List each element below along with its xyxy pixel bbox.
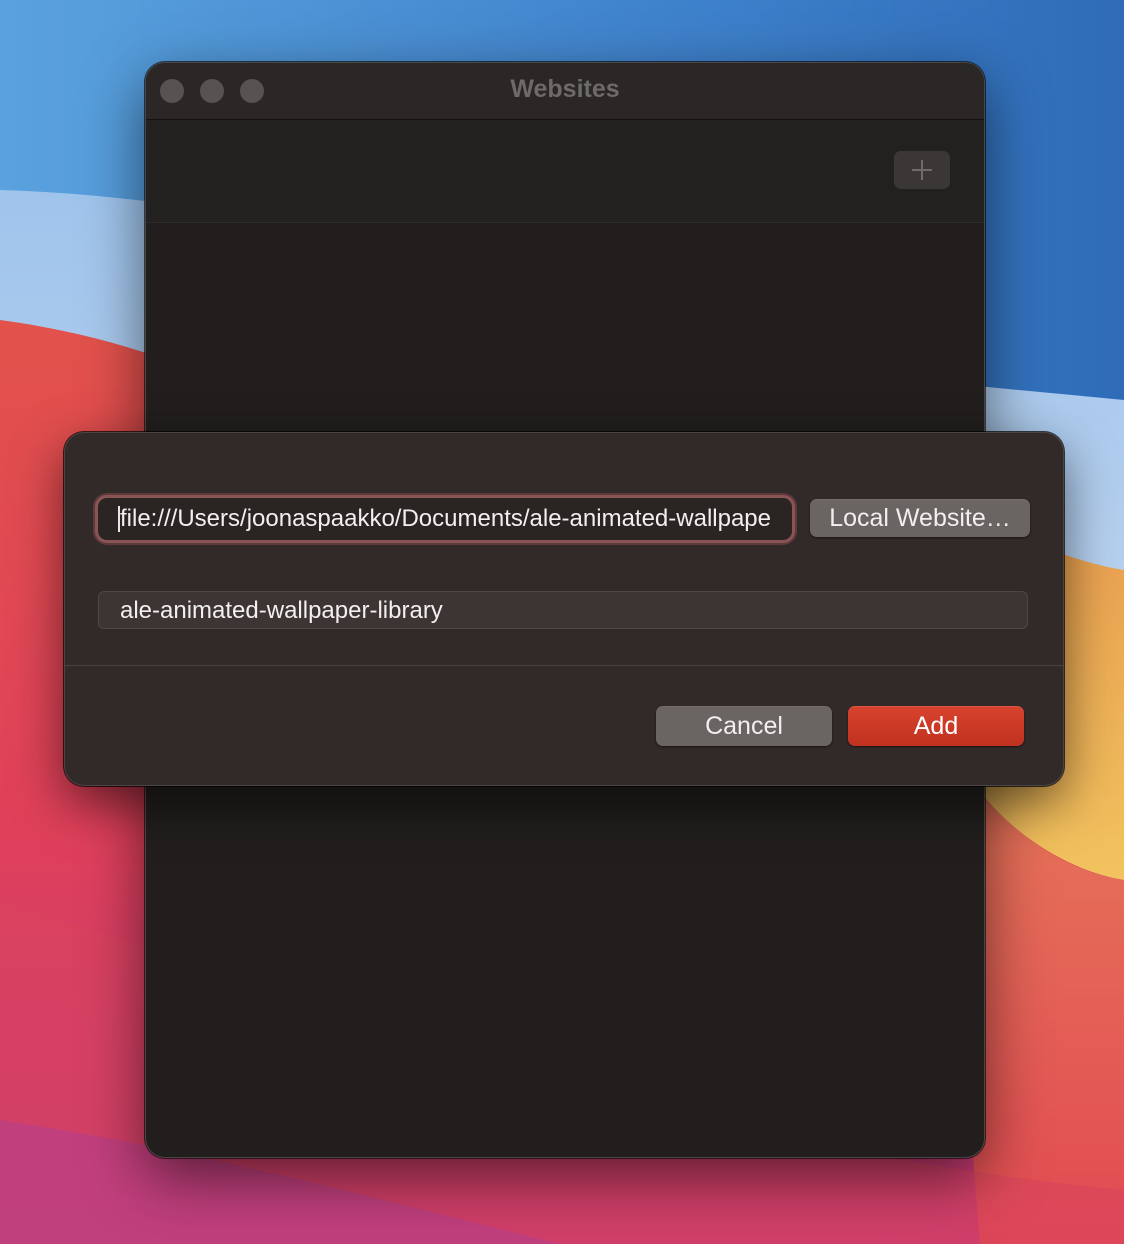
add-website-button[interactable] — [894, 151, 950, 189]
plus-icon — [912, 160, 932, 180]
website-name-value: ale-animated-wallpaper-library — [120, 597, 443, 624]
url-input-value: file:///Users/joonaspaakko/Documents/ale… — [120, 505, 770, 532]
cancel-button[interactable]: Cancel — [656, 706, 832, 746]
sheet-divider — [65, 665, 1063, 666]
website-name-input[interactable]: ale-animated-wallpaper-library — [98, 591, 1028, 629]
add-website-sheet: file:///Users/joonaspaakko/Documents/ale… — [64, 432, 1064, 786]
window-title: Websites — [510, 75, 620, 103]
add-button[interactable]: Add — [848, 706, 1024, 746]
title-bar: Websites — [146, 63, 984, 120]
toolbar — [146, 120, 984, 223]
desktop: Websites file:///Users/joonaspaakko/Docu… — [0, 0, 1124, 1244]
url-input[interactable]: file:///Users/joonaspaakko/Documents/ale… — [95, 495, 795, 543]
local-website-button[interactable]: Local Website… — [810, 499, 1030, 537]
